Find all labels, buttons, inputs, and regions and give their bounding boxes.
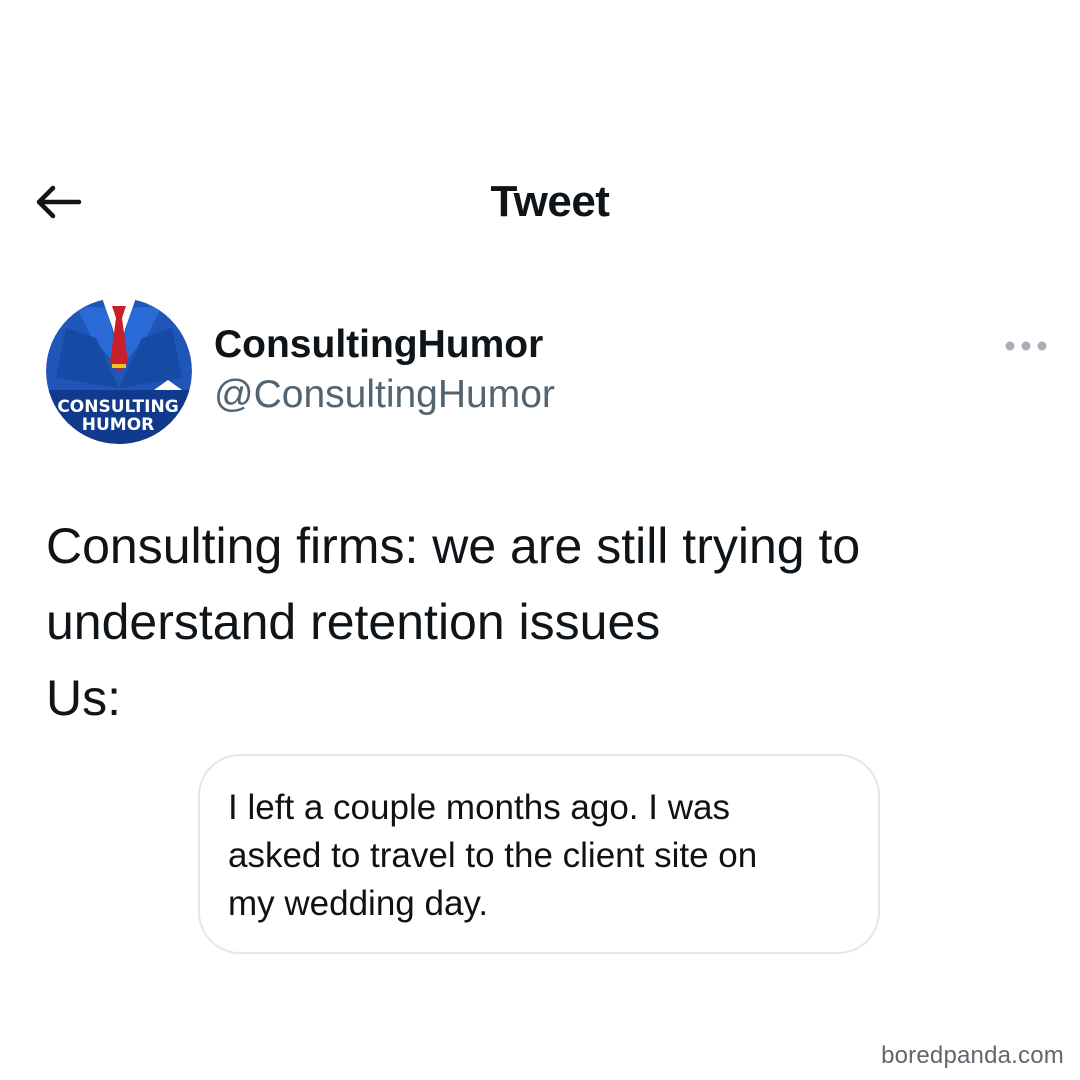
tweet-text-line: Us: (46, 670, 121, 726)
tweet-text: Consulting firms: we are still trying to… (46, 508, 1046, 736)
avatar-text-line2: HUMOR (82, 415, 155, 435)
quoted-message-text: I left a couple months ago. I was asked … (228, 784, 868, 928)
display-name[interactable]: ConsultingHumor (214, 320, 555, 370)
more-options-icon (1005, 341, 1047, 351)
quoted-text-line: asked to travel to the client site on (228, 836, 758, 875)
more-options-button[interactable] (996, 336, 1056, 356)
watermark: boredpanda.com (881, 1042, 1064, 1069)
consulting-humor-logo: CONSULTING HUMOR (46, 298, 192, 444)
user-handle[interactable]: @ConsultingHumor (214, 370, 555, 420)
avatar-text-line1: CONSULTING (57, 397, 178, 417)
top-bar: Tweet (0, 160, 1080, 244)
tweet-text-line: Consulting firms: we are still trying to (46, 518, 861, 574)
quoted-message-card: I left a couple months ago. I was asked … (198, 754, 880, 954)
tweet-text-line: understand retention issues (46, 594, 661, 650)
author-text: ConsultingHumor @ConsultingHumor (214, 320, 555, 420)
page-title: Tweet (490, 177, 610, 226)
avatar[interactable]: CONSULTING HUMOR (46, 298, 192, 444)
quoted-text-line: my wedding day. (228, 884, 489, 923)
tweet-author: CONSULTING HUMOR ConsultingHumor @Consul… (46, 298, 1047, 448)
quoted-text-line: I left a couple months ago. I was (228, 788, 730, 827)
